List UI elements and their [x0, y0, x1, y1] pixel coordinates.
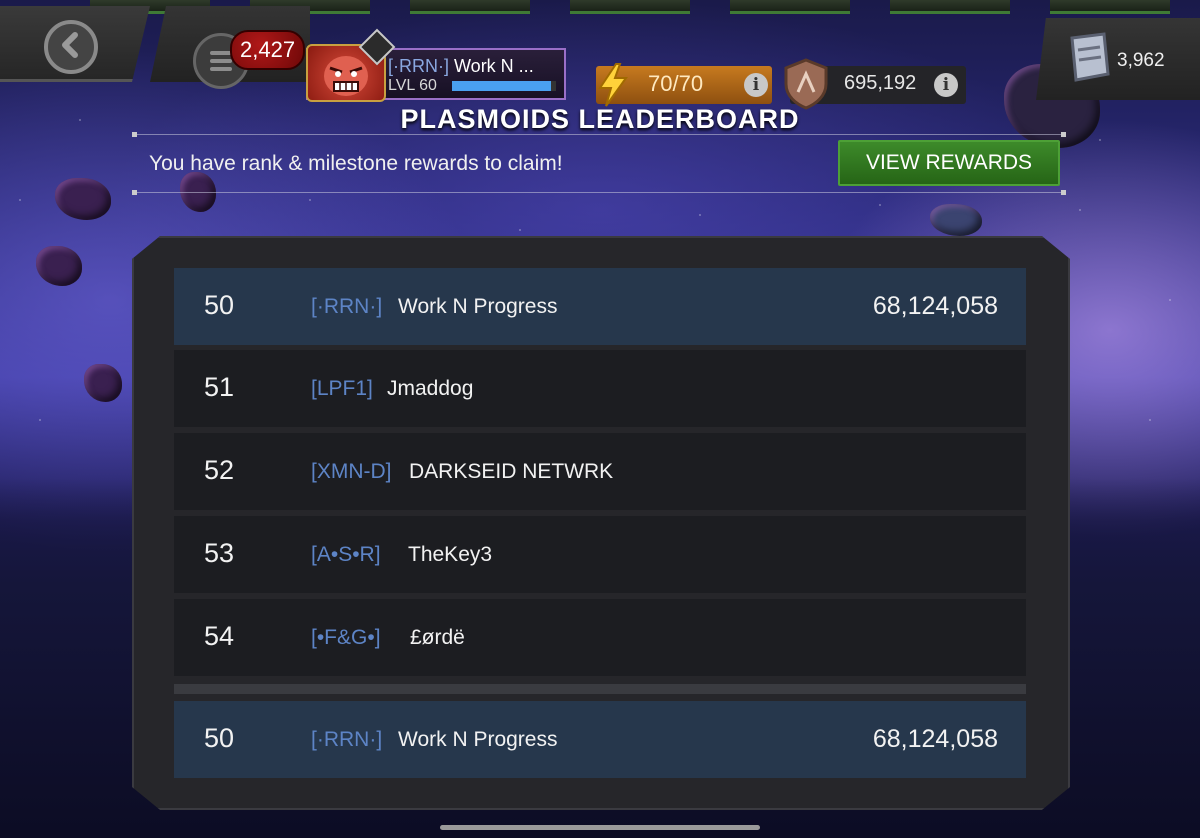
row-alliance-tag: [A•S•R] [311, 543, 381, 566]
row-rank: 53 [204, 538, 235, 568]
asteroid [36, 246, 82, 286]
xp-bar [452, 81, 556, 91]
leaderboard-row[interactable]: 54 [•F&G•] £ørdë [174, 599, 1026, 676]
asteroid [84, 364, 122, 402]
rating-value: 695,192 [844, 72, 917, 94]
energy-value: 70/70 [648, 71, 704, 96]
menu-icon [210, 51, 232, 71]
profile-name: [·RRN·] Work N ... [388, 56, 534, 77]
profile-name-text: Work N ... [454, 56, 534, 76]
asteroid [930, 204, 982, 236]
row-alliance-tag: [·RRN·] [311, 728, 383, 751]
row-score: 68,124,058 [872, 292, 998, 320]
asteroid [55, 178, 111, 220]
leaderboard-row[interactable]: 51 [LPF1] Jmaddog [174, 350, 1026, 427]
row-alliance-tag: [LPF1] [311, 377, 373, 400]
home-indicator[interactable] [440, 825, 760, 830]
row-alliance-tag: [·RRN·] [311, 295, 383, 318]
row-rank: 51 [204, 372, 235, 402]
leaderboard-row[interactable]: 53 [A•S•R] TheKey3 [174, 516, 1026, 593]
rewards-divider [132, 190, 1066, 195]
row-player-name: DARKSEID NETWRK [409, 460, 614, 483]
row-player-name: Jmaddog [387, 377, 474, 400]
view-rewards-button[interactable]: VIEW REWARDS [838, 140, 1060, 186]
row-alliance-tag: [XMN-D] [311, 460, 392, 483]
row-alliance-tag: [•F&G•] [311, 626, 381, 649]
row-player-name: TheKey3 [408, 543, 493, 566]
row-player-name: £ørdë [410, 626, 465, 649]
currency-value: 3,962 [1117, 50, 1165, 71]
pinned-self-row[interactable]: 50 [·RRN·] Work N Progress 68,124,058 [174, 701, 1026, 778]
back-button[interactable] [44, 20, 98, 74]
row-score: 68,124,058 [872, 725, 998, 753]
title-divider [132, 132, 1066, 137]
info-icon[interactable]: i [934, 73, 958, 97]
row-player-name: Work N Progress [398, 295, 558, 318]
profile-tag: [·RRN·] [388, 56, 449, 76]
row-rank: 52 [204, 455, 235, 485]
xp-bar-fill [452, 81, 551, 91]
profile-level: LVL 60 [388, 77, 437, 94]
back-arrow-icon [56, 30, 86, 65]
notification-badge: 2,427 [230, 30, 306, 70]
list-divider [174, 684, 1026, 694]
leaderboard-row[interactable]: 52 [XMN-D] DARKSEID NETWRK [174, 433, 1026, 510]
claim-message: You have rank & milestone rewards to cla… [149, 152, 563, 175]
row-rank: 50 [204, 723, 235, 753]
row-rank: 54 [204, 621, 235, 651]
currency-icon [1062, 30, 1114, 91]
leaderboard-row[interactable]: 50 [·RRN·] Work N Progress 68,124,058 [174, 268, 1026, 345]
info-icon[interactable]: i [744, 73, 768, 97]
row-player-name: Work N Progress [398, 728, 558, 751]
page-title: PLASMOIDS LEADERBOARD [400, 104, 800, 134]
row-rank: 50 [204, 290, 235, 320]
